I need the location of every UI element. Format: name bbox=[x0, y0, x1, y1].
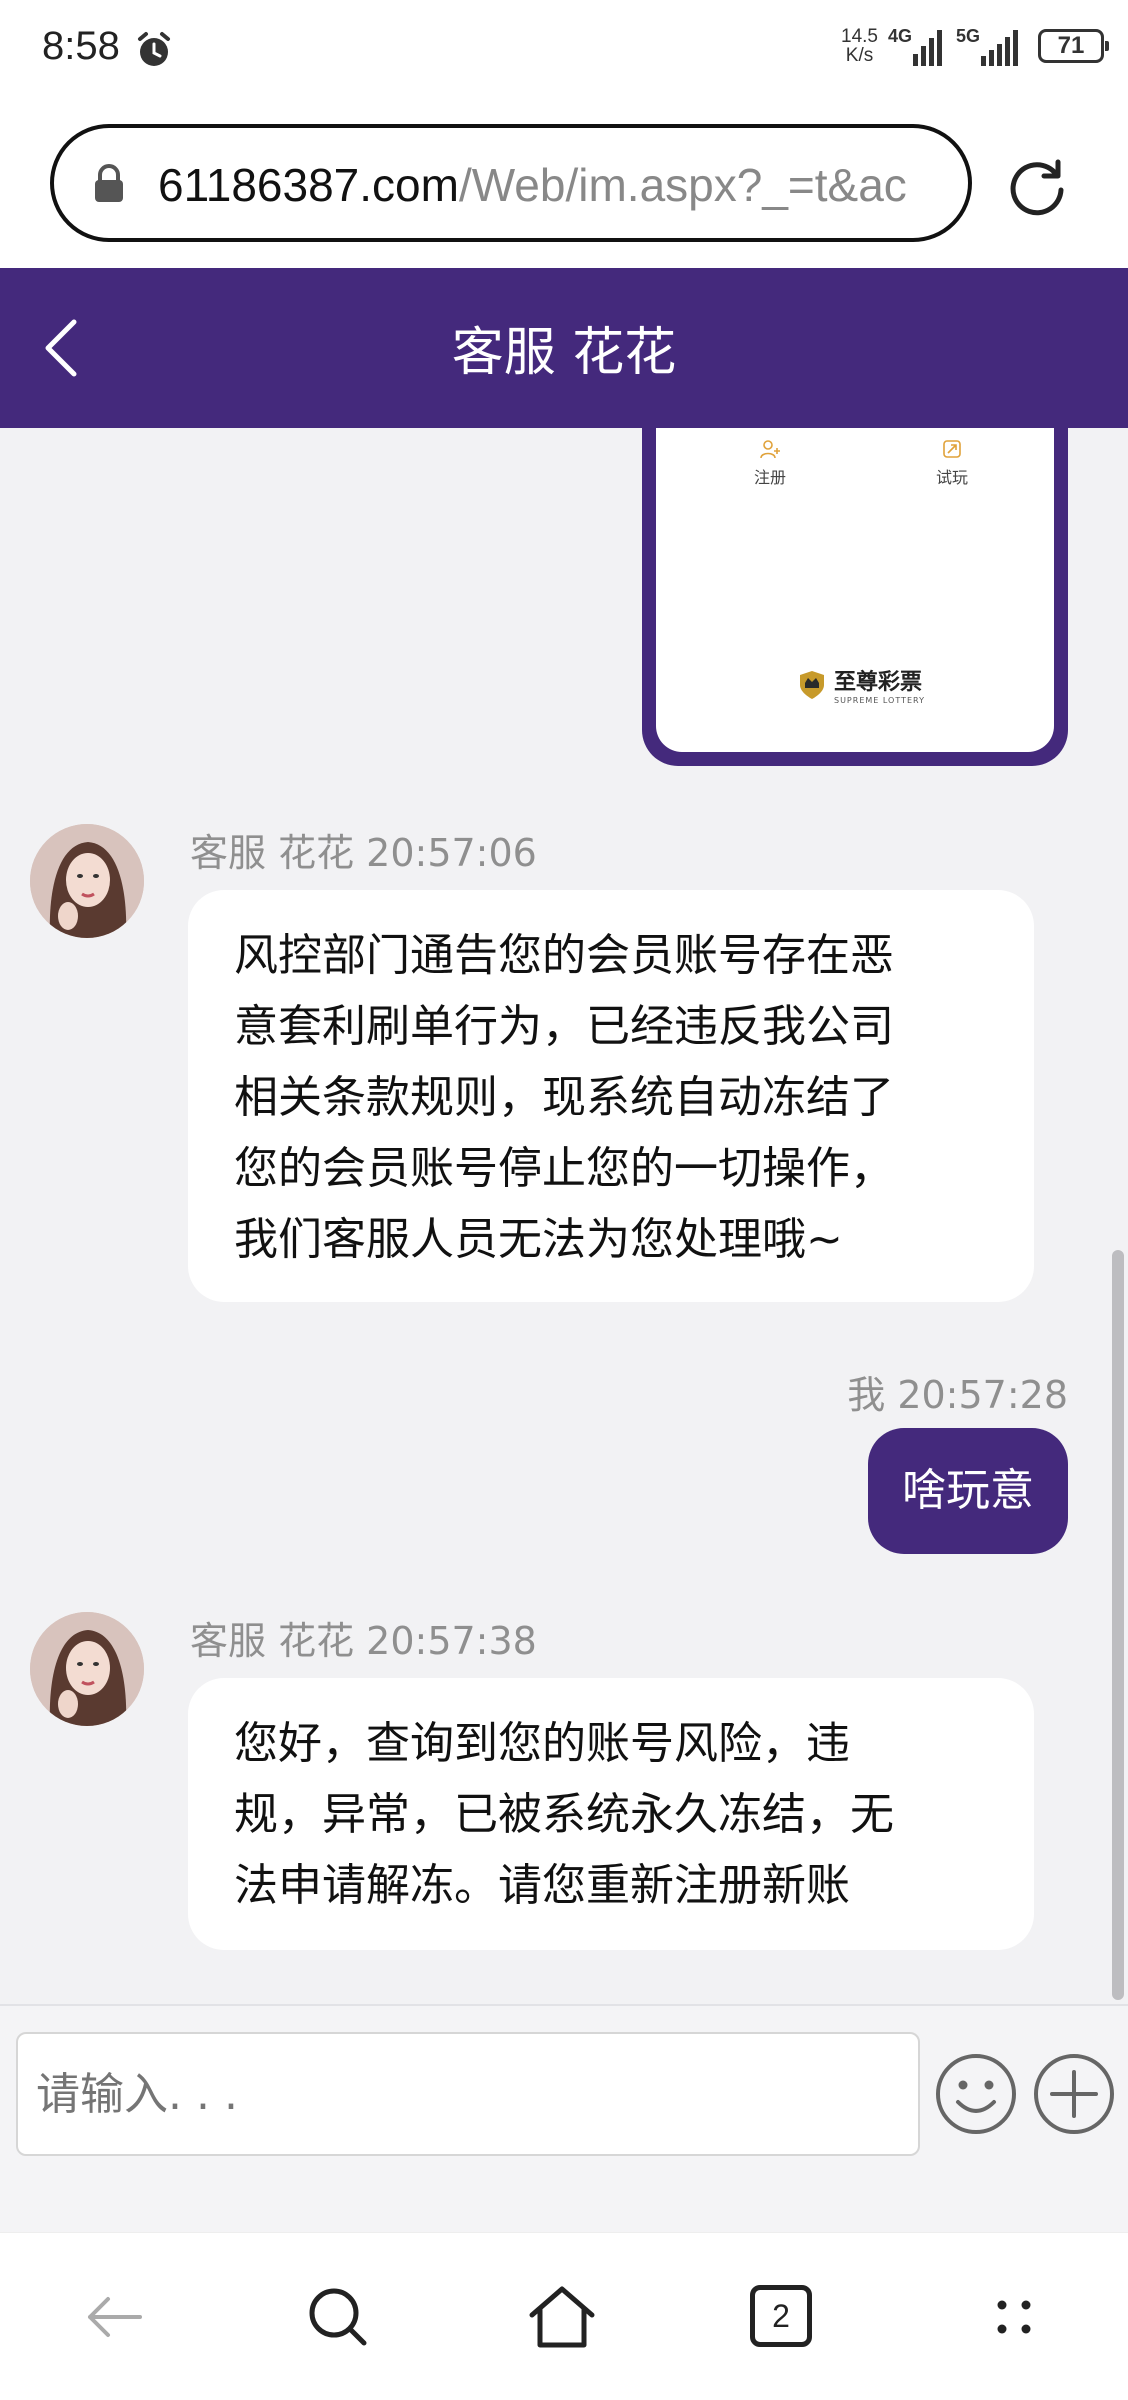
status-bar: 8:58 14.5 K/s 4G 5G 71 bbox=[0, 0, 1128, 100]
crown-shield-icon bbox=[800, 670, 824, 699]
avatar-photo bbox=[30, 1612, 144, 1726]
battery-level: 71 bbox=[1057, 32, 1085, 59]
brand-logo-subtext: SUPREME LOTTERY bbox=[834, 696, 925, 705]
battery-icon: 71 bbox=[1038, 29, 1109, 63]
my-message-bubble[interactable]: 啥玩意 bbox=[868, 1428, 1068, 1554]
message-line: 规，异常，已被系统永久冻结，无 bbox=[234, 1789, 894, 1840]
agent-message-bubble[interactable]: 风控部门通告您的会员账号存在恶 意套利刷单行为，已经违反我公司 相关条款规则，现… bbox=[188, 890, 1034, 1302]
network-speed-value: 14.5 bbox=[841, 26, 878, 47]
message-line: 相关条款规则，现系统自动冻结了 bbox=[234, 1072, 894, 1123]
search-icon[interactable] bbox=[300, 2279, 376, 2355]
trial-play-icon bbox=[943, 440, 961, 458]
message-input[interactable] bbox=[16, 2032, 920, 2156]
network-speed: 14.5 K/s bbox=[841, 27, 878, 65]
alarm-clock-icon bbox=[138, 32, 170, 66]
message-meta: 客服 花花 20:57:06 bbox=[190, 831, 537, 875]
message-line: 法申请解冻。请您重新注册新账 bbox=[234, 1860, 850, 1911]
signal-4g-label: 4G bbox=[888, 26, 913, 46]
url-text[interactable]: 61186387.com/Web/im.aspx?_=t&ac bbox=[158, 158, 907, 212]
emoji-icon[interactable] bbox=[934, 2052, 1018, 2136]
brand-logo: 至尊彩票 SUPREME LOTTERY bbox=[796, 664, 925, 705]
browser-address-row: 61186387.com/Web/im.aspx?_=t&ac bbox=[0, 100, 1128, 268]
browser-bottom-nav: 2 bbox=[0, 2232, 1128, 2400]
home-icon[interactable] bbox=[524, 2279, 600, 2355]
reload-icon[interactable] bbox=[1006, 152, 1070, 216]
message-text: 啥玩意 bbox=[902, 1465, 1034, 1516]
message-input-bar bbox=[0, 2004, 1128, 2232]
signal-5g-label: 5G bbox=[956, 26, 981, 46]
message-meta: 我 20:57:28 bbox=[847, 1373, 1068, 1417]
message-line: 风控部门通告您的会员账号存在恶 bbox=[234, 930, 894, 981]
message-line: 您的会员账号停止您的一切操作， bbox=[234, 1143, 894, 1194]
chat-title: 客服 花花 bbox=[451, 323, 677, 383]
message-line: 我们客服人员无法为您处理哦~ bbox=[234, 1214, 843, 1265]
message-line: 您好，查询到您的账号风险，违 bbox=[234, 1718, 850, 1769]
plus-icon[interactable] bbox=[1032, 2052, 1116, 2136]
screenshot-trial-item: 试玩 bbox=[912, 438, 992, 488]
image-message[interactable]: 注册 试玩 至尊彩票 SUPREME LOTTERY bbox=[642, 428, 1068, 766]
chat-message-area[interactable]: 注册 试玩 至尊彩票 SUPREME LOTTERY 客服 花花 20:57:0… bbox=[0, 428, 1128, 2004]
url-path: /Web/im.aspx?_=t&ac bbox=[458, 159, 907, 211]
signal-4g-icon: 4G bbox=[888, 26, 946, 66]
tab-count: 2 bbox=[772, 2297, 790, 2334]
message-meta: 客服 花花 20:57:38 bbox=[190, 1619, 537, 1663]
agent-avatar[interactable] bbox=[30, 824, 144, 938]
lock-icon bbox=[95, 164, 123, 202]
network-speed-unit: K/s bbox=[845, 45, 874, 66]
tabs-button[interactable]: 2 bbox=[750, 2285, 812, 2347]
user-add-icon bbox=[760, 440, 780, 459]
screenshot-register-label: 注册 bbox=[753, 468, 786, 487]
status-time: 8:58 bbox=[42, 24, 120, 68]
message-line: 意套利刷单行为，已经违反我公司 bbox=[234, 1001, 894, 1052]
address-bar[interactable]: 61186387.com/Web/im.aspx?_=t&ac bbox=[50, 124, 972, 242]
screenshot-register-item: 注册 bbox=[730, 438, 810, 488]
chat-scrollbar[interactable] bbox=[1112, 1250, 1124, 2000]
agent-message-bubble[interactable]: 您好，查询到您的账号风险，违 规，异常，已被系统永久冻结，无 法申请解冻。请您重… bbox=[188, 1678, 1034, 1950]
more-menu-icon[interactable] bbox=[976, 2279, 1052, 2355]
chat-header: 客服 花花 bbox=[0, 268, 1128, 428]
signal-5g-icon: 5G bbox=[956, 26, 1028, 66]
url-host: 61186387.com bbox=[158, 159, 459, 211]
image-message-content: 注册 试玩 至尊彩票 SUPREME LOTTERY bbox=[656, 428, 1054, 752]
avatar-photo bbox=[30, 824, 144, 938]
back-nav-icon[interactable] bbox=[76, 2279, 152, 2355]
brand-logo-text: 至尊彩票 bbox=[834, 670, 923, 695]
status-indicators: 14.5 K/s 4G 5G 71 bbox=[841, 26, 1109, 66]
screenshot-trial-label: 试玩 bbox=[935, 468, 968, 487]
agent-avatar[interactable] bbox=[30, 1612, 144, 1726]
